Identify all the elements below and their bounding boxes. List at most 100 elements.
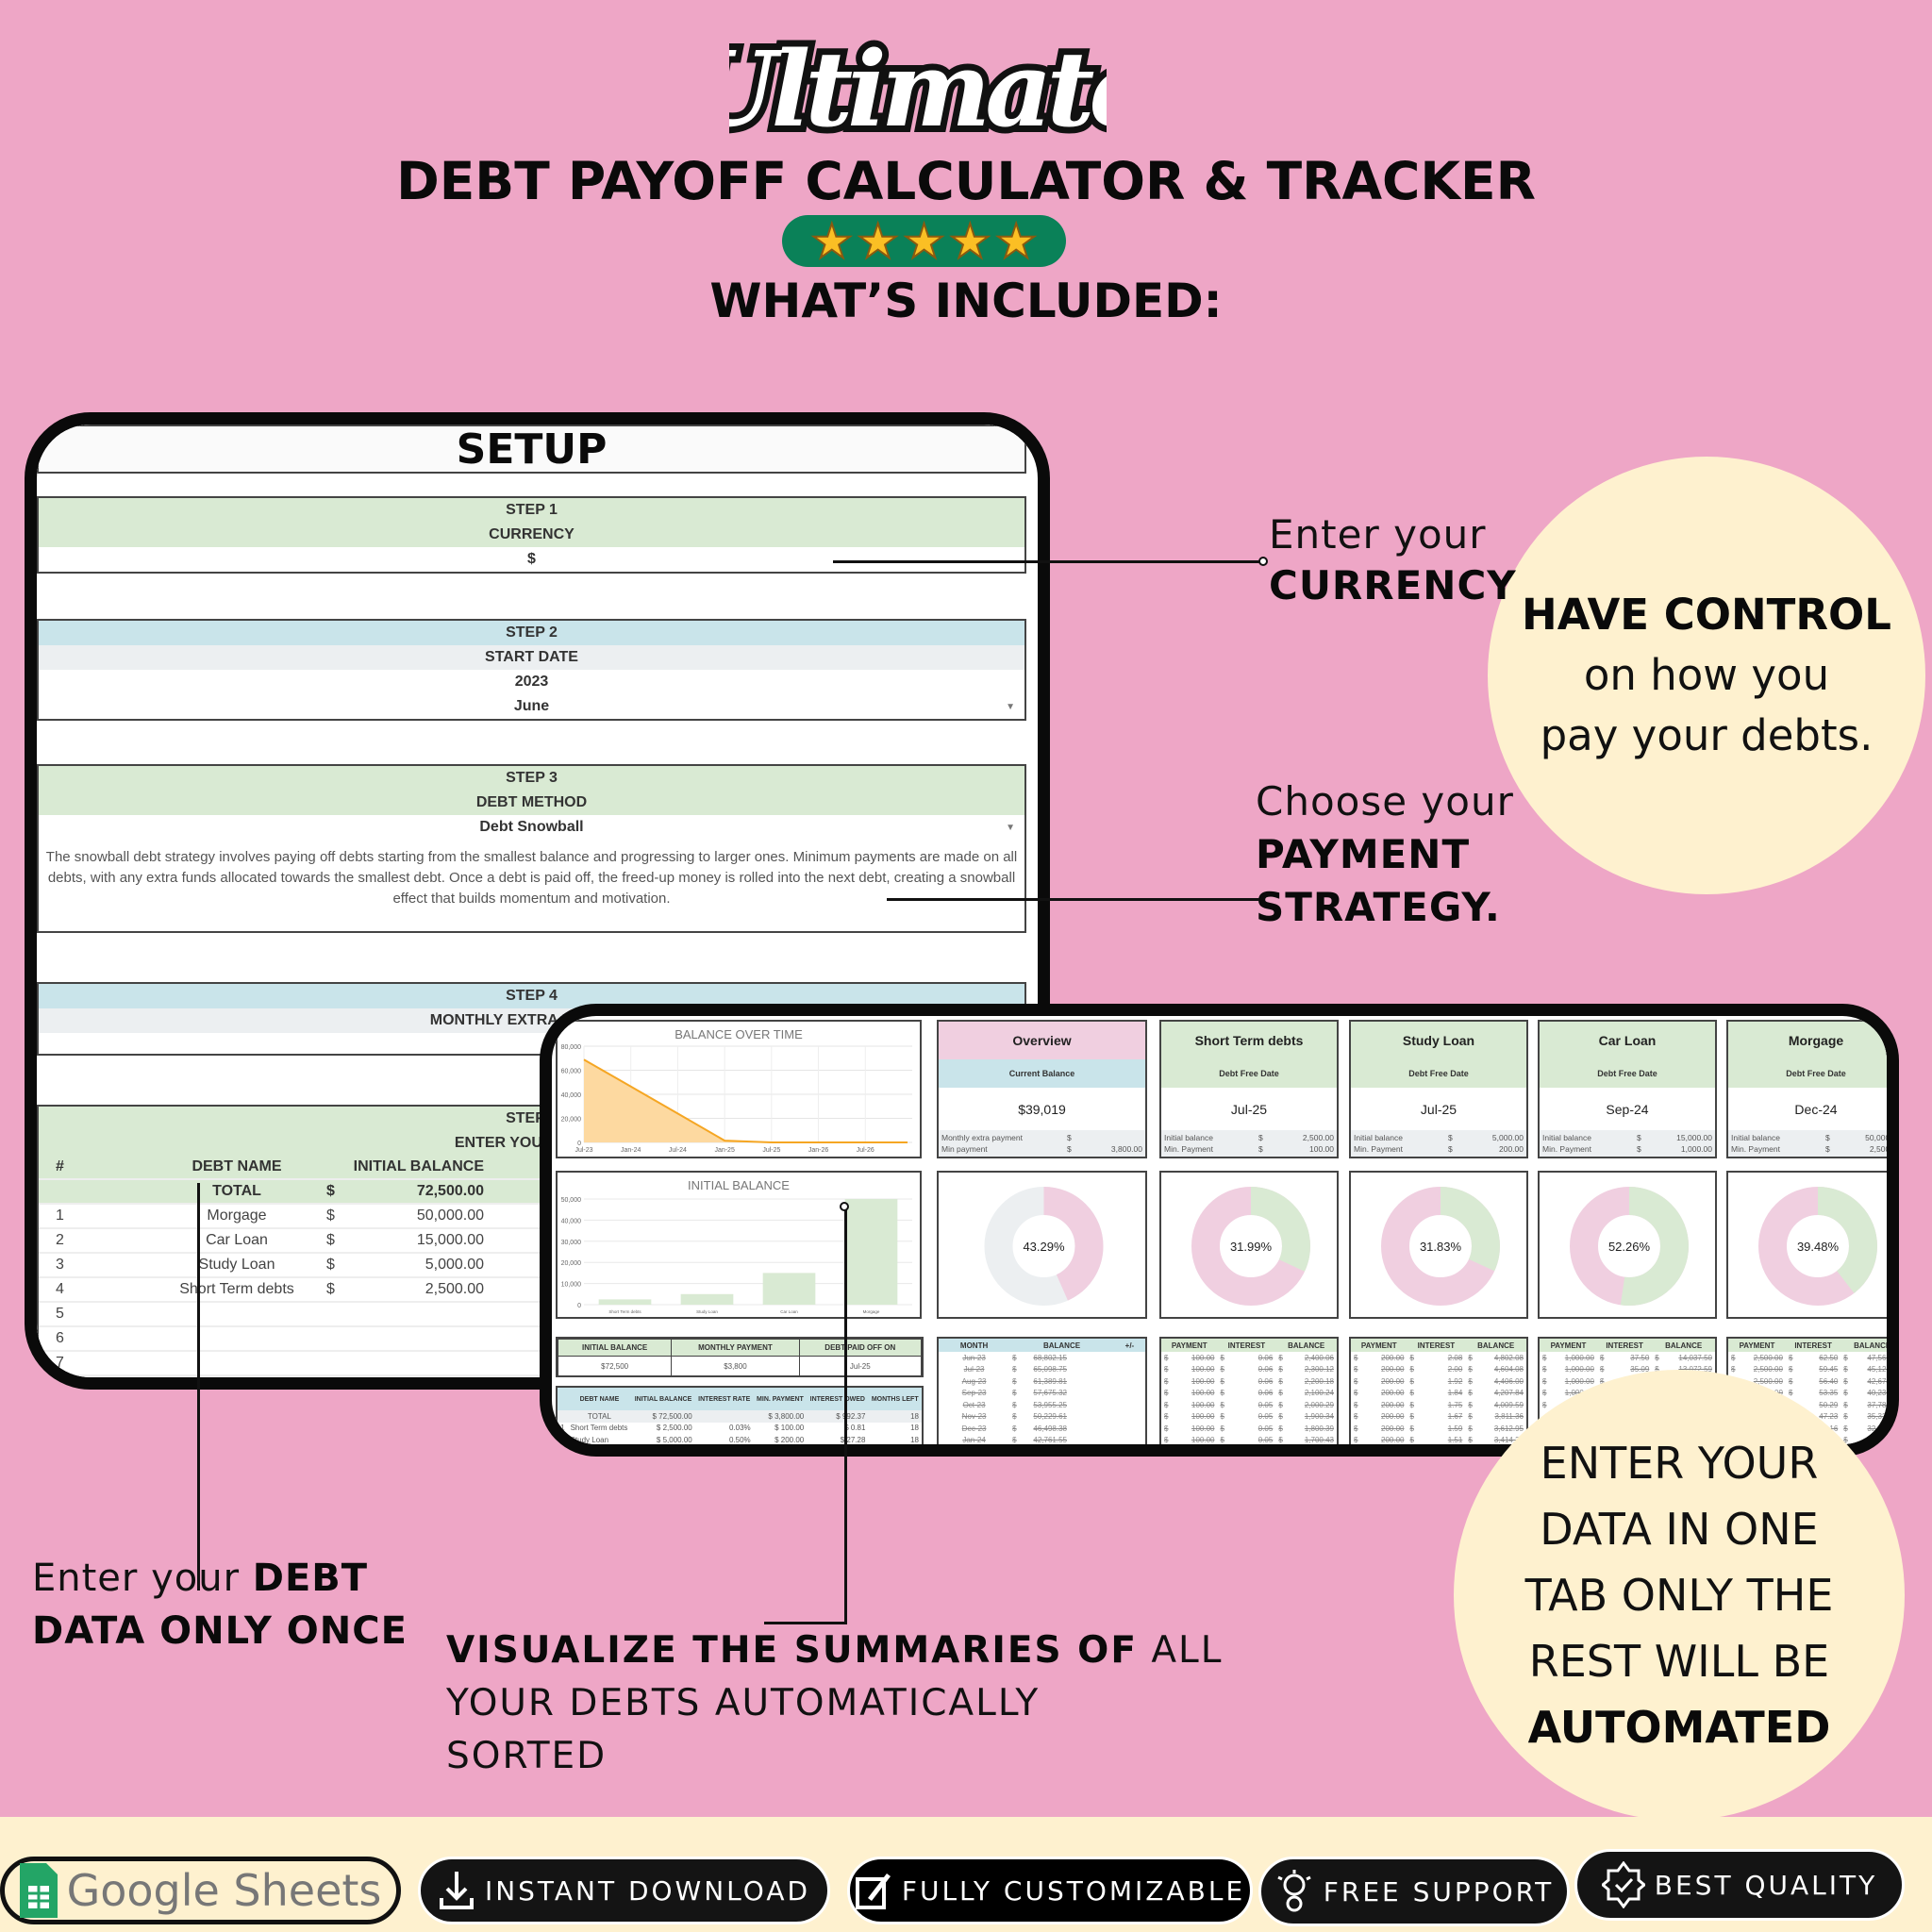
currency-callout: Enter your CURRENCY: [1269, 509, 1517, 611]
start-month-value: June: [513, 698, 550, 714]
cell: 8: [914, 1447, 919, 1457]
cell: 100.00: [1191, 1436, 1215, 1445]
included-heading: WHAT’S INCLUDED:: [709, 274, 1223, 328]
cell: 100.00: [1191, 1389, 1215, 1398]
cell: 200.00: [1381, 1424, 1405, 1433]
cell: 4,009.59: [1493, 1400, 1524, 1409]
area-chart: 0 20,000 40,000 60,000 80,000 Jul-23 Jan-24 Jul…: [561, 1044, 912, 1154]
x-tick-label: Jan-24: [621, 1147, 641, 1154]
cell: $: [1012, 1365, 1017, 1374]
cell: 2,100.24: [1304, 1389, 1334, 1398]
cell: $: [1843, 1365, 1848, 1374]
cell: 3,612.95: [1493, 1424, 1524, 1433]
table-row: $200.00 $2.08 $4,802.08: [1351, 1352, 1526, 1364]
debt-method-select[interactable]: Debt Snowball ▼: [39, 815, 1024, 840]
currency-input[interactable]: $: [39, 547, 1024, 572]
start-month-select[interactable]: June ▼: [39, 694, 1024, 719]
cell: 53.35: [1819, 1389, 1839, 1398]
cell: 0.04: [1257, 1447, 1274, 1457]
detail-value: 3.00%: [1656, 1156, 1712, 1157]
detail-currency: $: [1067, 1144, 1072, 1154]
cell: 0.50%: [728, 1435, 751, 1444]
cell: 200.00: [1381, 1436, 1405, 1445]
cell: $: [1354, 1400, 1358, 1409]
cell: $: [1843, 1412, 1848, 1422]
column-header: PAYMENT: [1360, 1341, 1397, 1350]
cell: 15,000.00: [416, 1232, 484, 1248]
detail-value: 50,000.00: [1865, 1133, 1899, 1142]
cell: [558, 1410, 568, 1423]
table-row: $100.00 $0.05 $2,000.29: [1161, 1399, 1337, 1411]
cell: 32,873.38: [1867, 1424, 1899, 1433]
cell: Aug-23: [961, 1376, 987, 1386]
cell: 1.42: [1447, 1447, 1463, 1457]
detail-currency: $: [1825, 1144, 1830, 1154]
cell: $ 27.28: [840, 1435, 866, 1444]
cell: $: [1354, 1365, 1358, 1374]
start-year-input[interactable]: 2023: [39, 670, 1024, 694]
column-header: MONTH: [959, 1341, 989, 1350]
card-title: Overview: [939, 1022, 1145, 1059]
column-header: MONTHS LEFT: [871, 1395, 919, 1403]
bar-chart: 0 10,000 20,000 30,000 40,000 50,000 Short Ter…: [561, 1197, 912, 1314]
google-sheets-badge: Google Sheets: [0, 1857, 401, 1924]
cell: $: [1468, 1353, 1473, 1362]
cell: 7: [56, 1355, 64, 1371]
google-sheets-icon: [19, 1863, 58, 1918]
cell: 100.00: [1191, 1365, 1215, 1374]
table-row: Jun-23 $68,802.15: [939, 1352, 1145, 1364]
column-header: BALANCE: [1665, 1341, 1703, 1350]
rating-stars: ★ ★ ★ ★ ★: [782, 215, 1066, 267]
edit-icon: [855, 1874, 891, 1909]
detail-currency: $: [1258, 1133, 1263, 1142]
table-row: Nov-23 $50,229.61: [939, 1411, 1145, 1424]
cell: $: [1012, 1436, 1017, 1445]
card-subtitle: Current Balance: [939, 1059, 1145, 1088]
column-header: BALANCE: [1477, 1341, 1515, 1350]
cell: 3,811.36: [1494, 1412, 1524, 1422]
cell: $: [1278, 1353, 1283, 1362]
bar: [844, 1199, 898, 1305]
cell: $: [1012, 1447, 1017, 1457]
cell: 1,900.34: [1304, 1412, 1334, 1422]
column-header: PAYMENT: [1550, 1341, 1587, 1350]
column-header: BALANCE: [1042, 1341, 1081, 1350]
cell: 1,800.39: [1304, 1424, 1334, 1433]
cell: 200.00: [1381, 1365, 1405, 1374]
column-header: PAYMENT: [1171, 1341, 1208, 1350]
cell: $: [1164, 1424, 1169, 1433]
donut-percent: 31.99%: [1230, 1240, 1273, 1254]
cell: $: [1843, 1400, 1848, 1409]
table-row: $100.00 $0.04 $1,600.47: [1161, 1446, 1337, 1457]
instant-download-badge: INSTANT DOWNLOAD: [418, 1857, 830, 1924]
cell: 0.05: [1257, 1400, 1274, 1409]
detail-value: 0.50%: [1467, 1156, 1524, 1157]
x-tick-label: Jul-23: [575, 1147, 592, 1154]
detail-row: Min payment $3,800.00: [941, 1143, 1142, 1155]
table-row: $200.00 $1.75 $4,009.59: [1351, 1399, 1526, 1411]
cell: 100.00: [1191, 1424, 1215, 1433]
detail-currency: $: [1067, 1156, 1086, 1157]
x-tick-label: Car Loan: [780, 1309, 798, 1314]
cell: 1: [56, 1208, 64, 1224]
badge-label: FREE SUPPORT: [1323, 1875, 1555, 1907]
detail-label: Interest rate: [1164, 1156, 1258, 1157]
cell: $: [1354, 1447, 1358, 1457]
cell: $ 200.00: [774, 1435, 805, 1444]
detail-row: Monthly extra payment $: [941, 1132, 1142, 1143]
cell: $: [1164, 1447, 1169, 1457]
detail-currency: $: [1448, 1133, 1453, 1142]
cell: $: [1788, 1365, 1793, 1374]
cell: 46,498.38: [1033, 1424, 1067, 1433]
support-icon: [1277, 1870, 1311, 1912]
cell: $ 992.37: [836, 1411, 866, 1421]
cell: $ 307.85: [836, 1447, 866, 1457]
column-header: INTEREST: [1227, 1341, 1266, 1350]
cell: 0.05: [1257, 1436, 1274, 1445]
column-header: BALANCE: [1854, 1341, 1891, 1350]
cell: $: [1220, 1412, 1224, 1422]
callout-text: SORTED: [446, 1735, 608, 1777]
cell: 4,604.08: [1493, 1365, 1524, 1374]
star-icon: ★: [856, 214, 900, 268]
cell: $: [1220, 1365, 1224, 1374]
